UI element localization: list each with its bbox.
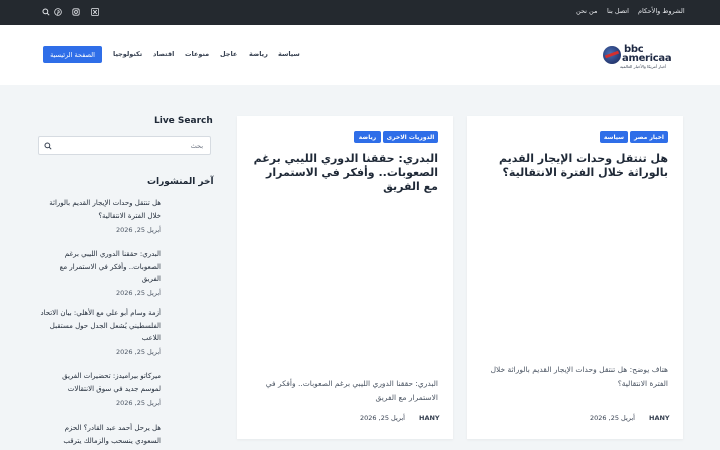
recent-post-date: أبريل 25, 2026 [116,289,161,297]
brand-tagline: أخبار أمريكا والأخبار العالمية [620,64,667,69]
nav-item-technology[interactable]: تكنولوجيا [113,50,142,58]
brand-line2: americaa [622,53,672,64]
x-icon[interactable] [91,8,99,16]
instagram-icon[interactable] [72,8,80,16]
nav-item-sports[interactable]: رياضة [249,50,268,58]
contact-link[interactable]: اتصل بنا [607,7,629,15]
search-field[interactable] [38,136,211,155]
recent-post-date: أبريل 25, 2026 [116,348,161,356]
search-icon[interactable] [44,142,52,150]
search-input[interactable] [57,138,203,153]
recent-post-date: أبريل 25, 2026 [116,226,161,234]
recent-post-date: أبريل 25, 2026 [116,399,161,407]
post-author[interactable]: HANY [419,414,440,422]
nav-item-economy[interactable]: اقتصاد [153,50,174,58]
recent-post-title[interactable]: ميركاتو بيراميدز: تحضيرات الفريق لموسم ج… [40,370,161,395]
terms-link[interactable]: الشروط والأحكام [638,7,685,15]
category-badge[interactable]: سياسة [600,131,628,143]
category-badge[interactable]: اخبار مصر [630,131,668,143]
top-bar: من نحن اتصل بنا الشروط والأحكام [0,0,720,25]
post-author[interactable]: HANY [649,414,670,422]
recent-post-title[interactable]: أزمة وسام أبو علي مع الأهلي: بيان الاتحا… [40,307,161,345]
recent-post-title[interactable]: هل يرحل أحمد عبد القادر؟ الحزم السعودي ي… [40,422,161,447]
globe-icon [603,46,621,64]
category-badge[interactable]: رياضة [354,131,381,143]
post-title[interactable]: هل تنتقل وحدات الإيجار القديم بالوراثة خ… [482,152,668,180]
about-link[interactable]: من نحن [576,7,597,15]
recent-post-title[interactable]: هل تنتقل وحدات الإيجار القديم بالوراثة خ… [40,197,161,222]
recent-posts-heading: آخر المنشورات [147,177,214,187]
live-search-heading: Live Search [154,116,213,126]
post-title[interactable]: البدري: حققنا الدوري الليبي برغم الصعوبا… [252,152,438,194]
nav-item-misc[interactable]: منوعات [185,50,209,58]
recent-post-title[interactable]: البدري: حققنا الدوري الليبي برغم الصعوبا… [40,248,161,286]
post-excerpt: البدري: حققنا الدوري الليبي برغم الصعوبا… [265,379,438,402]
post-date: أبريل 25, 2026 [360,414,405,422]
category-badge[interactable]: الدوريات الاخرى [383,131,438,143]
pinterest-icon[interactable] [54,8,62,16]
post-date: أبريل 25, 2026 [590,414,635,422]
site-logo[interactable]: bbc americaa أخبار أمريكا والأخبار العال… [603,44,673,69]
search-icon[interactable] [42,8,50,16]
nav-item-politics[interactable]: سياسة [278,50,300,58]
nav-item-breaking[interactable]: عاجل [220,50,237,58]
post-excerpt: هتاف يوضح: هل تنتقل وحدات الإيجار القديم… [490,365,668,388]
home-button[interactable]: الصفحة الرئيسية [43,46,102,63]
